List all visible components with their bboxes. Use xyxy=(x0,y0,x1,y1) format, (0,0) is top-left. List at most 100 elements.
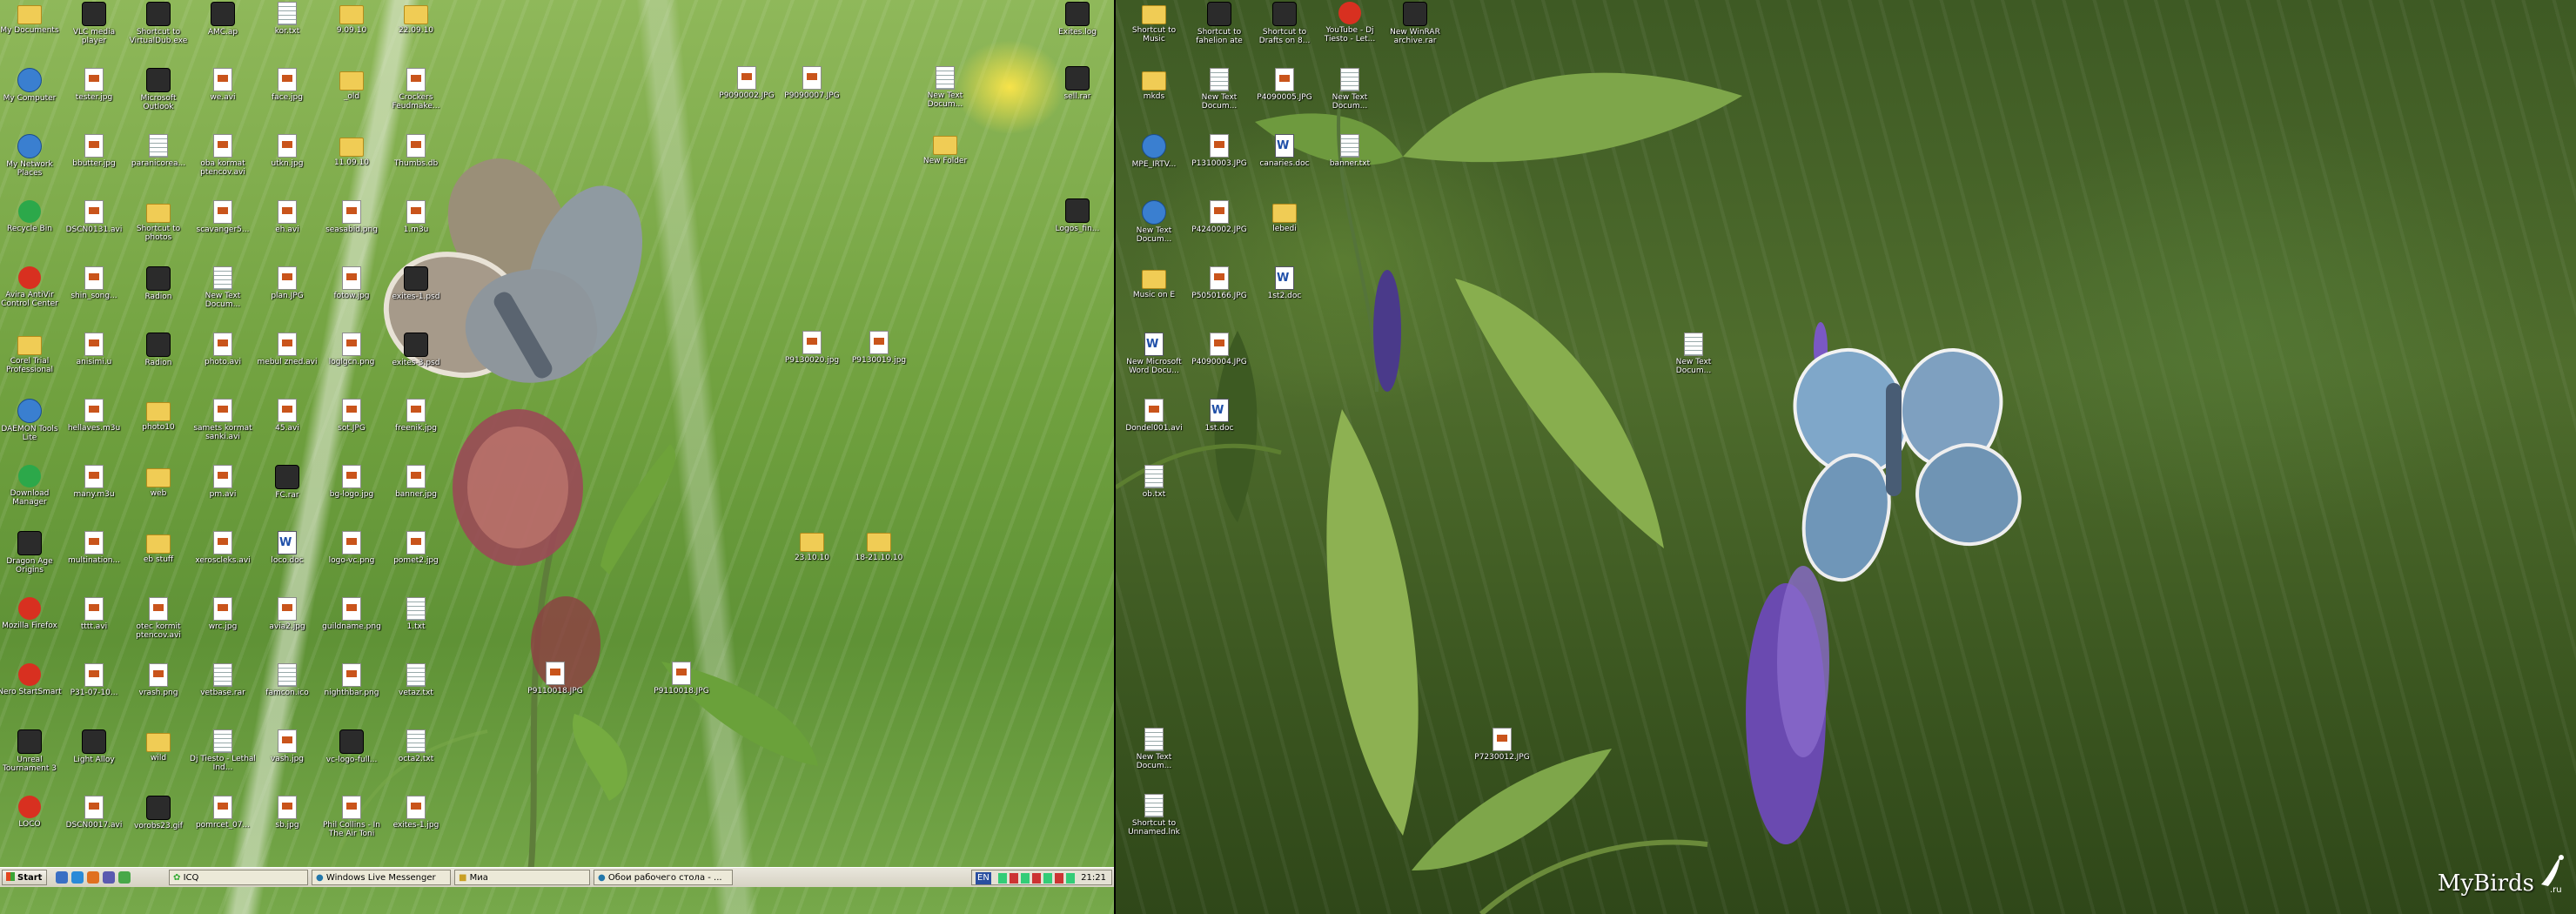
desktop-icon[interactable]: P9110018.JPG xyxy=(522,662,588,696)
desktop-icon[interactable]: eh.avi xyxy=(254,200,320,234)
desktop-icon[interactable]: loglgcn.png xyxy=(319,333,385,366)
desktop-icon[interactable]: DAEMON Tools Lite xyxy=(0,399,63,442)
desktop-icon[interactable]: Light Alloy xyxy=(61,729,127,764)
start-button[interactable]: Start xyxy=(2,870,47,885)
desktop-icon[interactable]: New Microsoft Word Docu... xyxy=(1121,333,1187,375)
desktop-icon[interactable]: Thumbs.db xyxy=(383,134,449,168)
desktop-icon[interactable]: P4240002.JPG xyxy=(1186,200,1252,234)
desktop-icon[interactable]: we.avi xyxy=(190,68,256,102)
desktop-icon[interactable]: face.jpg xyxy=(254,68,320,102)
desktop-icon[interactable]: Exites.log xyxy=(1044,2,1110,37)
desktop-icon[interactable]: seasabid.png xyxy=(319,200,385,234)
desktop-icon[interactable]: vc-logo-full... xyxy=(319,729,385,764)
desktop-icon[interactable]: Shortcut to photos xyxy=(125,200,191,242)
desktop-icon[interactable]: logo-vc.png xyxy=(319,531,385,565)
desktop-icon[interactable]: web xyxy=(125,465,191,498)
desktop-icon[interactable]: 1.m3u xyxy=(383,200,449,234)
desktop-icon[interactable]: My Documents xyxy=(0,2,63,35)
desktop-icon[interactable]: Microsoft Outlook xyxy=(125,68,191,111)
desktop-icon[interactable]: banner.jpg xyxy=(383,465,449,499)
tray-icons[interactable] xyxy=(998,873,1077,884)
desktop-icon[interactable]: guildname.png xyxy=(319,597,385,631)
desktop-icon[interactable]: Music on E xyxy=(1121,266,1187,299)
desktop-icon[interactable]: 1.txt xyxy=(383,597,449,631)
desktop-icon[interactable]: octa2.txt xyxy=(383,729,449,763)
desktop-icon[interactable]: VLC media player xyxy=(61,2,127,45)
desktop-icon[interactable]: xeroscleks.avi xyxy=(190,531,256,565)
language-indicator[interactable]: EN xyxy=(976,872,991,884)
desktop-icon[interactable]: bg-logo.jpg xyxy=(319,465,385,499)
desktop-icon[interactable]: Radion xyxy=(125,333,191,367)
desktop-icon[interactable]: Nero StartSmart xyxy=(0,663,63,696)
desktop-icon[interactable]: P9090007.JPG xyxy=(779,66,845,100)
desktop-icon[interactable]: exites-1.psd xyxy=(383,266,449,301)
desktop-icon[interactable]: New WinRAR archive.rar xyxy=(1382,2,1448,45)
desktop-icon[interactable]: Dondel001.avi xyxy=(1121,399,1187,433)
desktop-icon[interactable]: sb.jpg xyxy=(254,796,320,830)
desktop-icon[interactable]: DSCN0017.avi xyxy=(61,796,127,830)
desktop-icon[interactable]: New Text Docum... xyxy=(912,66,978,109)
desktop-icon[interactable]: P5050166.JPG xyxy=(1186,266,1252,300)
taskbar-button-messenger[interactable]: ● Windows Live Messenger xyxy=(312,870,451,885)
desktop-icon[interactable]: New Text Docum... xyxy=(1186,68,1252,111)
desktop-icon[interactable]: many.m3u xyxy=(61,465,127,499)
desktop-icon[interactable]: shin_song... xyxy=(61,266,127,300)
desktop-icon[interactable]: sot.JPG xyxy=(319,399,385,433)
desktop-icon[interactable]: pomrcet_07... xyxy=(190,796,256,830)
desktop-icon[interactable]: samets kormat sanki.avi xyxy=(190,399,256,441)
desktop-icon[interactable]: New Text Docum... xyxy=(1121,200,1187,244)
desktop-icon[interactable]: oba kormat ptencov.avi xyxy=(190,134,256,177)
desktop-icon[interactable]: 1st.doc xyxy=(1186,399,1252,433)
desktop-icon[interactable]: My Computer xyxy=(0,68,63,103)
desktop-icon[interactable]: Unreal Tournament 3 xyxy=(0,729,63,773)
desktop-icon[interactable]: Shortcut to Unnamed.lnk xyxy=(1121,794,1187,837)
desktop-icon[interactable]: FC.rar xyxy=(254,465,320,500)
desktop-icon[interactable]: 18-21.10.10 xyxy=(846,529,912,562)
desktop-icon[interactable]: Shortcut to fahelion ate xyxy=(1186,2,1252,45)
clock[interactable]: 21:21 xyxy=(1081,870,1106,886)
desktop-icon[interactable]: avia2.jpg xyxy=(254,597,320,631)
desktop-icon[interactable]: anisimi.u xyxy=(61,333,127,366)
desktop-icon[interactable]: vash.jpg xyxy=(254,729,320,763)
desktop-icon[interactable]: YouTube - Dj Tiesto - Let... xyxy=(1317,2,1383,44)
desktop-icon[interactable]: Dragon Age Origins xyxy=(0,531,63,575)
desktop-icon[interactable]: mebul zned.avi xyxy=(254,333,320,366)
desktop-icon[interactable]: tester.jpg xyxy=(61,68,127,102)
desktop-icon[interactable]: photo.avi xyxy=(190,333,256,366)
desktop-icon[interactable]: LOCO xyxy=(0,796,63,829)
taskbar-button-wallpapers[interactable]: ● Обои рабочего стола - ... xyxy=(594,870,733,885)
desktop-icon[interactable]: photo10 xyxy=(125,399,191,432)
desktop-icon[interactable]: wild xyxy=(125,729,191,763)
desktop-icon[interactable]: 23.10.10 xyxy=(779,529,845,562)
desktop-icon[interactable]: pm.avi xyxy=(190,465,256,499)
desktop-icon[interactable]: otec kormit ptencov.avi xyxy=(125,597,191,640)
desktop-icon[interactable]: New Folder xyxy=(912,132,978,165)
desktop-icon[interactable]: hellaves.m3u xyxy=(61,399,127,433)
desktop-icon[interactable]: paranicorea... xyxy=(125,134,191,168)
desktop-icon[interactable]: bbutter.jpg xyxy=(61,134,127,168)
desktop-icon[interactable]: eb stuff xyxy=(125,531,191,564)
quicklaunch-media-icon[interactable] xyxy=(103,871,115,884)
desktop-icon[interactable]: pomet2.jpg xyxy=(383,531,449,565)
desktop-icon[interactable]: P31-07-10... xyxy=(61,663,127,697)
desktop-icon[interactable]: P9090002.JPG xyxy=(714,66,780,100)
desktop-icon[interactable]: 45.avi xyxy=(254,399,320,433)
desktop-icon[interactable]: Corel Trial Professional xyxy=(0,333,63,374)
desktop-icon[interactable]: P9130020.jpg xyxy=(779,331,845,365)
desktop-icon[interactable]: vorobs23.gif xyxy=(125,796,191,830)
desktop-icon[interactable]: utkn.jpg xyxy=(254,134,320,168)
taskbar-button-icq[interactable]: ✿ ICQ xyxy=(169,870,308,885)
desktop-icon[interactable]: multination... xyxy=(61,531,127,565)
desktop-icon[interactable]: nighthbar.png xyxy=(319,663,385,697)
desktop-icon[interactable]: New Text Docum... xyxy=(1121,728,1187,770)
desktop-icon[interactable]: ob.txt xyxy=(1121,465,1187,499)
desktop-icon[interactable]: 11.09.10 xyxy=(319,134,385,167)
desktop-icon[interactable]: New Text Docum... xyxy=(190,266,256,309)
desktop-icon[interactable]: wrc.jpg xyxy=(190,597,256,631)
desktop-icon[interactable]: Radion xyxy=(125,266,191,301)
desktop-icon[interactable]: lebedi xyxy=(1251,200,1318,233)
desktop-icon[interactable]: AMC.ap xyxy=(190,2,256,37)
desktop-icon[interactable]: P4090004.JPG xyxy=(1186,333,1252,366)
desktop-icon[interactable]: mkds xyxy=(1121,68,1187,101)
taskbar-button-mia[interactable]: ■ Миа xyxy=(454,870,590,885)
